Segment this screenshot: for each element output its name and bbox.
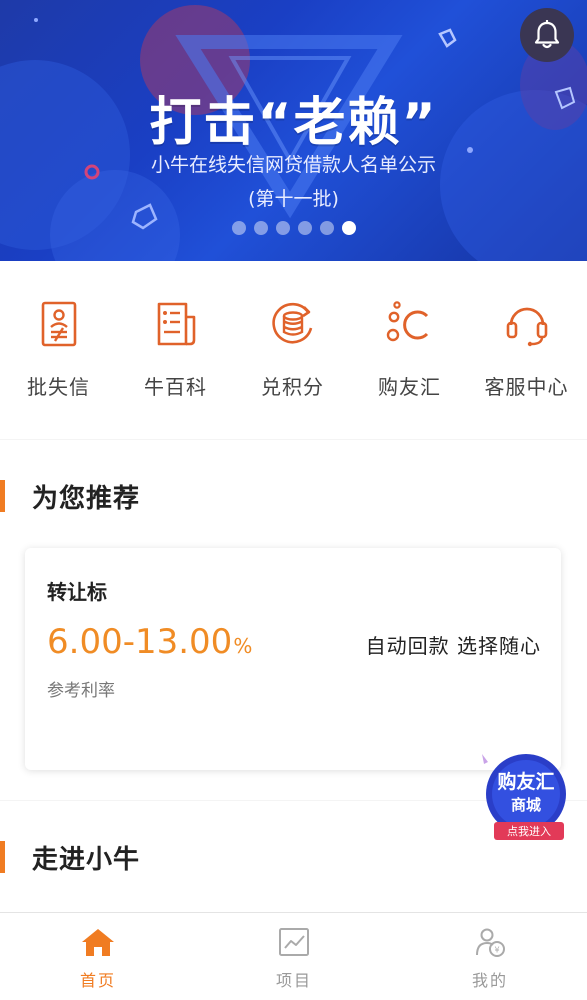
mall-badge-title: 购友汇 <box>497 770 554 793</box>
section-title: 走进小牛 <box>32 845 141 875</box>
mall-float-button[interactable]: 购友汇 商城 点我进入 <box>478 752 570 844</box>
tab-label: 项目 <box>275 971 312 990</box>
bottom-tab-bar: 首页 项目 ¥ 我的 <box>0 912 587 1000</box>
banner-subtitle: 小牛在线失信网贷借款人名单公示 <box>150 154 436 176</box>
carousel-dot[interactable] <box>276 221 290 235</box>
mall-badge-graphic: 购友汇 商城 点我进入 <box>482 754 566 840</box>
quick-item-label: 客服中心 <box>484 375 569 399</box>
id-card-icon <box>41 301 76 347</box>
banner-batch: (第十一批) <box>248 188 339 210</box>
coin-exchange-icon <box>271 302 312 344</box>
tab-label: 首页 <box>79 971 116 990</box>
banner-title: 打击“老赖” <box>149 93 438 153</box>
section-title: 为您推荐 <box>32 484 141 514</box>
quick-item-label: 购友汇 <box>378 375 441 399</box>
section-accent-bar <box>0 480 5 512</box>
user-icon: ¥ <box>476 928 505 957</box>
headset-icon <box>506 307 547 347</box>
carousel-indicator <box>232 221 356 235</box>
quick-item-baike[interactable]: 牛百科 <box>117 299 234 400</box>
quick-item-kefu[interactable]: 客服中心 <box>468 299 585 400</box>
home-icon <box>82 929 114 956</box>
tab-projects[interactable]: 项目 <box>196 927 392 991</box>
product-rate-label: 参考利率 <box>47 681 115 701</box>
mall-badge-cta: 点我进入 <box>507 825 551 838</box>
mall-badge-subtitle: 商城 <box>511 796 541 814</box>
quick-item-label: 牛百科 <box>144 375 207 399</box>
product-name: 转让标 <box>47 580 107 604</box>
carousel-dot-active[interactable] <box>342 221 356 235</box>
section-accent-bar <box>0 841 5 873</box>
product-card[interactable]: 转让标 6.00-13.00% 参考利率 自动回款 选择随心 <box>25 548 561 770</box>
tab-home[interactable]: 首页 <box>0 927 196 991</box>
quick-item-shixin[interactable]: 批失信 <box>0 299 117 400</box>
product-description: 自动回款 选择随心 <box>365 634 541 658</box>
quick-item-label: 批失信 <box>27 375 90 399</box>
quick-item-gouyouhui[interactable]: 购友汇 <box>351 299 468 400</box>
carousel-dot[interactable] <box>232 221 246 235</box>
chart-icon <box>279 928 309 956</box>
bubbles-c-icon <box>386 301 428 342</box>
product-rate-value: 6.00-13.00 <box>47 622 233 662</box>
tab-label: 我的 <box>471 971 508 990</box>
notification-button[interactable] <box>520 8 574 62</box>
quick-item-jifen[interactable]: 兑积分 <box>234 299 351 400</box>
product-rate: 6.00-13.00% <box>47 622 252 662</box>
promo-banner[interactable]: 打击“老赖” 小牛在线失信网贷借款人名单公示 (第十一批) <box>0 0 587 261</box>
tab-mine[interactable]: ¥ 我的 <box>392 927 587 991</box>
svg-text:¥: ¥ <box>494 946 499 955</box>
document-icon <box>157 302 195 346</box>
bell-icon <box>534 20 560 49</box>
quick-menu: 批失信 牛百科 兑积分 购友汇 客服中心 <box>0 261 587 439</box>
carousel-dot[interactable] <box>254 221 268 235</box>
product-rate-unit: % <box>233 634 253 658</box>
recommend-section: 为您推荐 转让标 6.00-13.00% 参考利率 自动回款 选择随心 <box>0 440 587 800</box>
carousel-dot[interactable] <box>320 221 334 235</box>
quick-item-label: 兑积分 <box>261 375 324 399</box>
carousel-dot[interactable] <box>298 221 312 235</box>
